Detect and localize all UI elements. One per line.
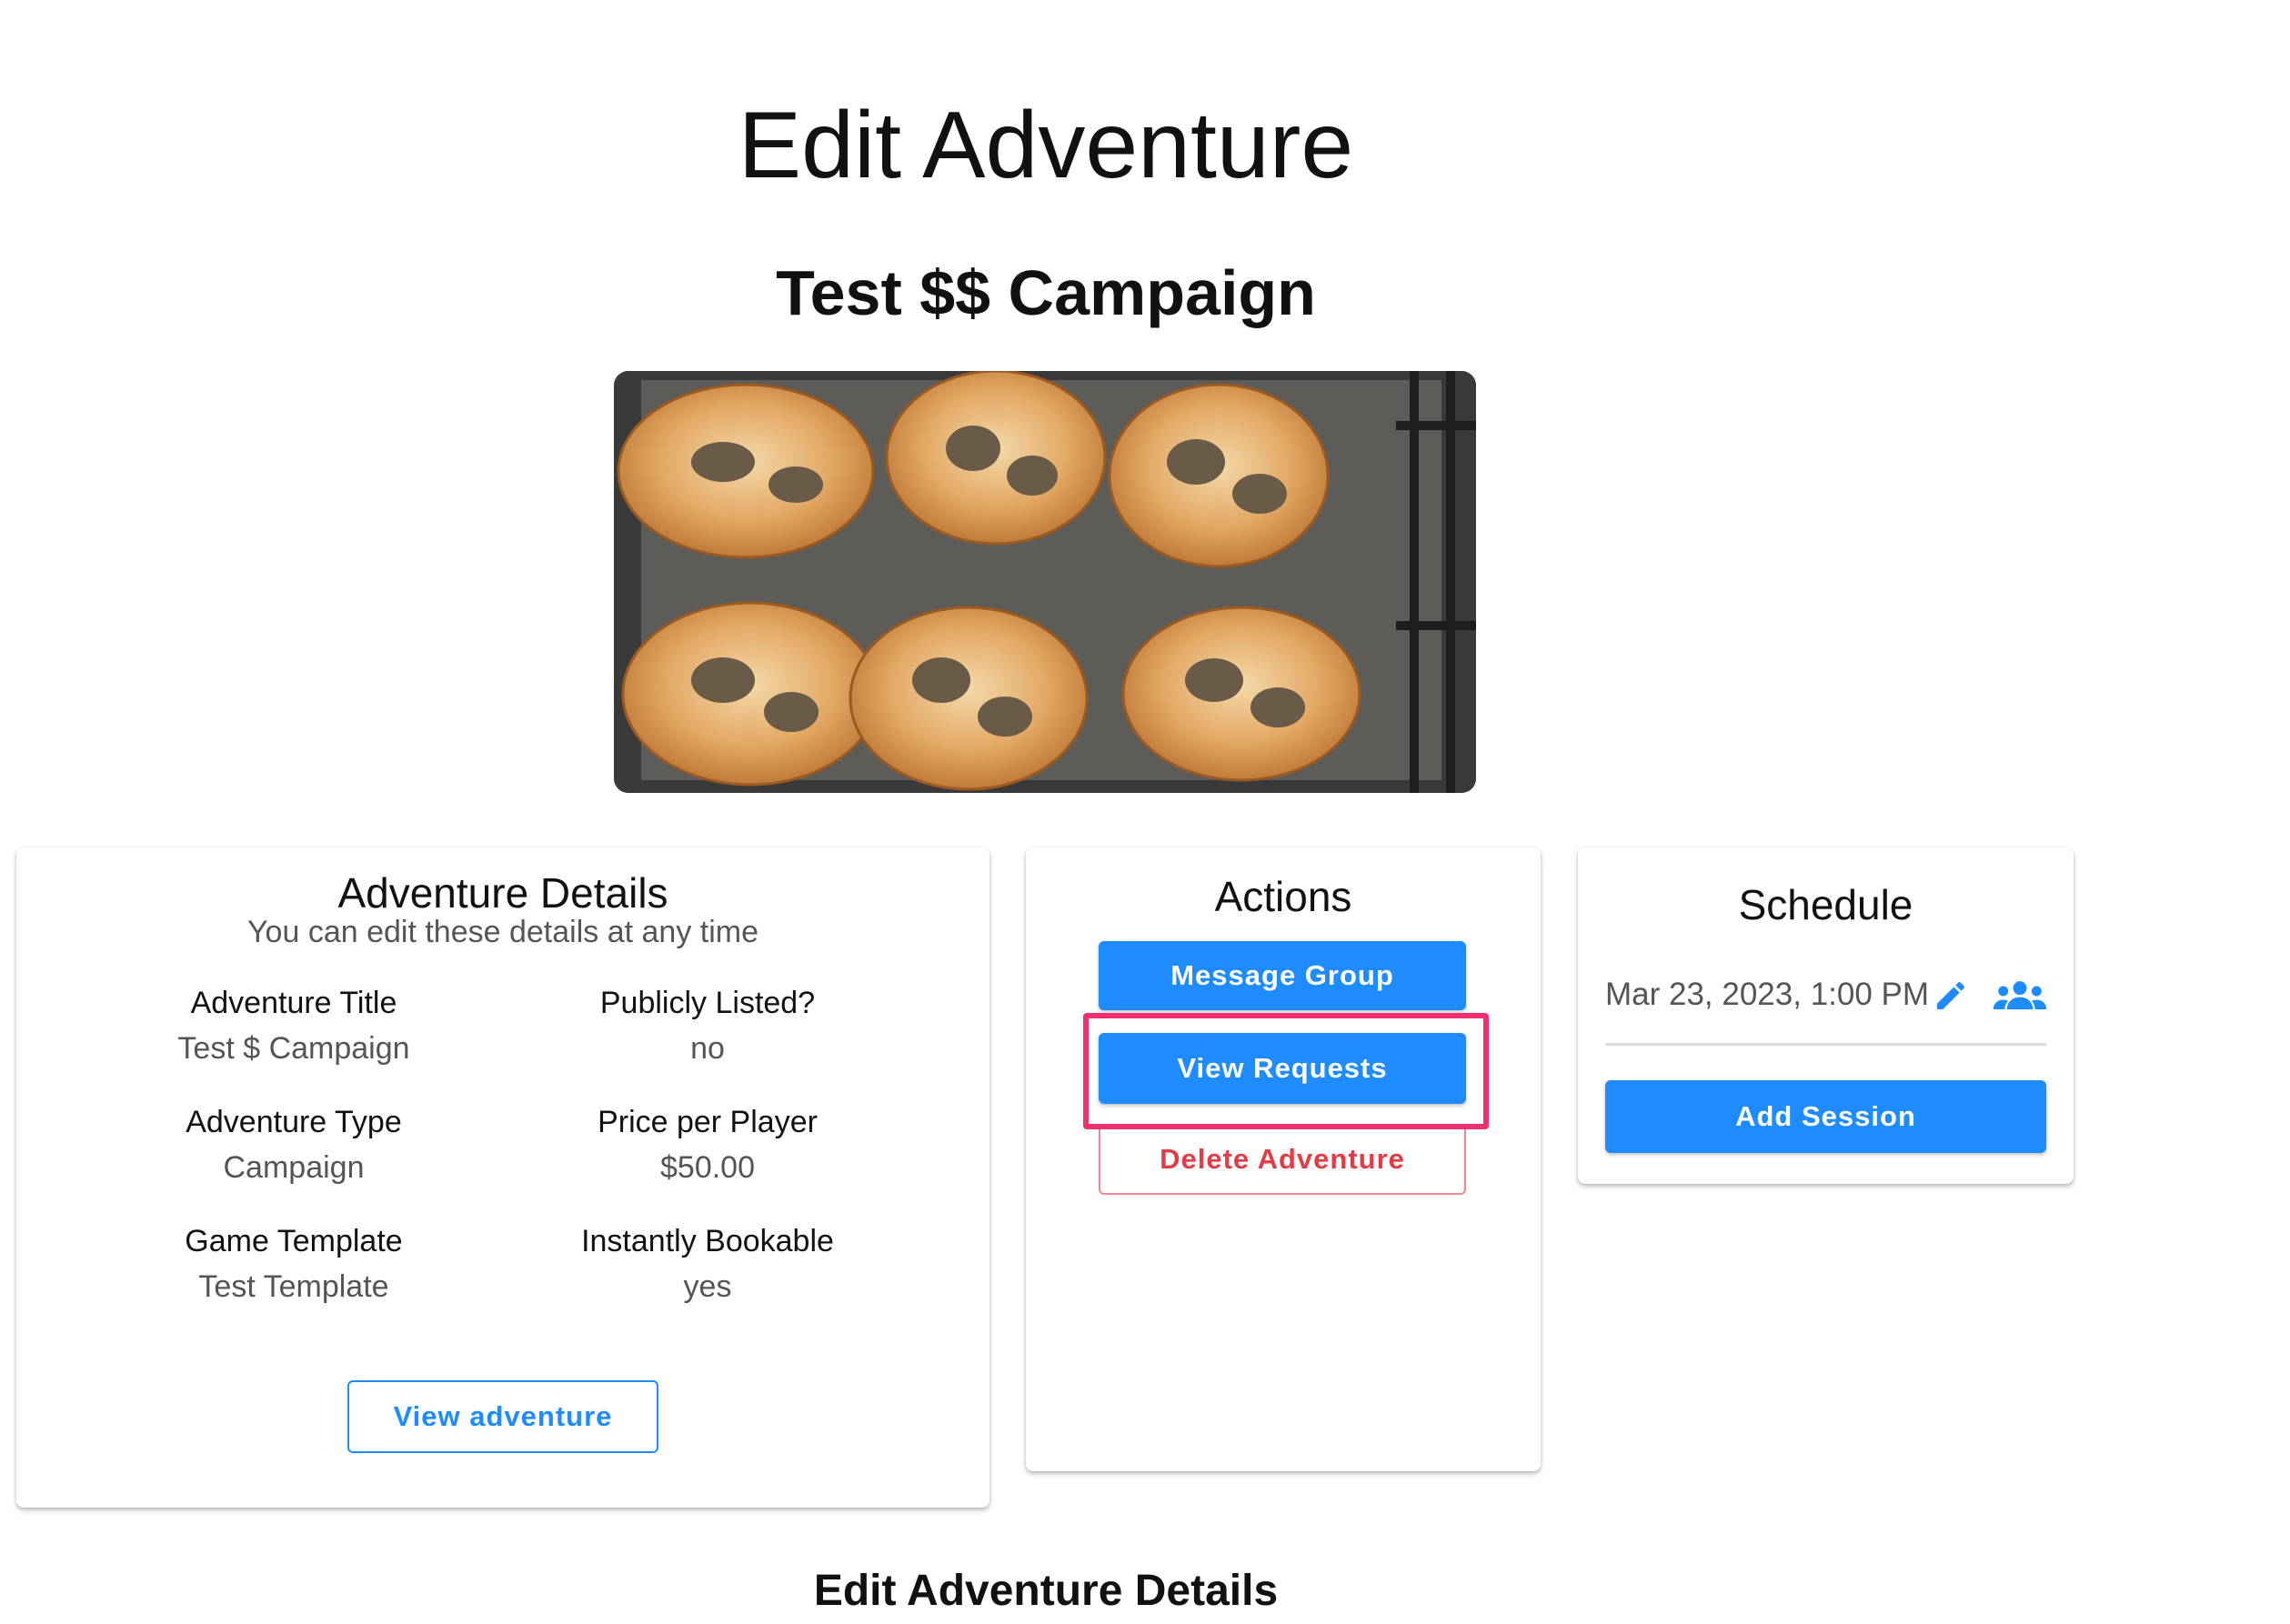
field-label-adventure-type: Adventure Type bbox=[186, 1105, 402, 1139]
adventure-details-card: Adventure Details You can edit these det… bbox=[16, 847, 989, 1508]
schedule-card: Schedule Mar 23, 2023, 1:00 PM Add Sessi… bbox=[1578, 847, 2074, 1184]
schedule-card-title: Schedule bbox=[1738, 881, 1913, 928]
adventure-name: Test $$ Campaign bbox=[776, 257, 1316, 328]
session-datetime: Mar 23, 2023, 1:00 PM bbox=[1605, 977, 1930, 1012]
field-value-instantly-bookable: yes bbox=[683, 1269, 732, 1304]
schedule-divider bbox=[1605, 1043, 2046, 1046]
adventure-image bbox=[614, 371, 1476, 793]
field-value-adventure-title: Test $ Campaign bbox=[177, 1031, 410, 1066]
page-title: Edit Adventure bbox=[738, 93, 1354, 198]
view-adventure-button[interactable]: View adventure bbox=[347, 1380, 658, 1453]
field-label-instantly-bookable: Instantly Bookable bbox=[581, 1224, 834, 1258]
edit-adventure-details-heading: Edit Adventure Details bbox=[813, 1567, 1279, 1615]
field-value-price-per-player: $50.00 bbox=[660, 1150, 755, 1185]
highlight-box bbox=[1083, 1013, 1489, 1129]
field-label-game-template: Game Template bbox=[185, 1224, 403, 1258]
field-value-game-template: Test Template bbox=[198, 1269, 389, 1304]
delete-adventure-button[interactable]: Delete Adventure bbox=[1099, 1124, 1466, 1195]
field-label-price-per-player: Price per Player bbox=[598, 1105, 818, 1139]
group-icon[interactable] bbox=[1992, 977, 2048, 1014]
field-value-publicly-listed: no bbox=[690, 1031, 725, 1066]
page: Edit Adventure Test $$ Campaign Adventur… bbox=[0, 0, 2290, 1624]
field-label-adventure-title: Adventure Title bbox=[190, 986, 397, 1020]
field-value-adventure-type: Campaign bbox=[223, 1150, 365, 1185]
actions-card: Actions Message Group View Requests Dele… bbox=[1026, 847, 1541, 1471]
pencil-icon[interactable] bbox=[1933, 977, 1969, 1014]
field-label-publicly-listed: Publicly Listed? bbox=[599, 986, 816, 1020]
details-card-title: Adventure Details bbox=[337, 869, 668, 917]
message-group-button[interactable]: Message Group bbox=[1099, 941, 1466, 1010]
add-session-button[interactable]: Add Session bbox=[1605, 1080, 2046, 1153]
details-card-subtitle: You can edit these details at any time bbox=[247, 915, 758, 949]
actions-card-title: Actions bbox=[1214, 873, 1352, 920]
